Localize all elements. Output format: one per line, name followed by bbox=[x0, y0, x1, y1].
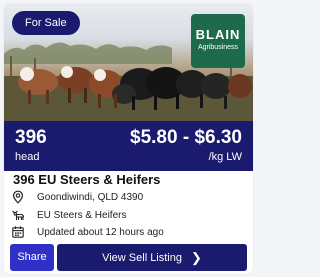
status-badge: For Sale bbox=[12, 11, 80, 35]
chevron-right-icon: ❯ bbox=[191, 249, 202, 265]
location-text: Goondiwindi, QLD 4390 bbox=[37, 191, 144, 203]
location-row: Goondiwindi, QLD 4390 bbox=[11, 190, 143, 204]
breed-row: EU Steers & Heifers bbox=[11, 208, 126, 222]
updated-row: Updated about 12 hours ago bbox=[11, 225, 164, 239]
price-unit: /kg LW bbox=[208, 151, 242, 163]
listing-card[interactable]: For Sale BLAIN Agribusiness 396 head $5.… bbox=[4, 4, 253, 274]
share-button[interactable]: Share bbox=[10, 244, 54, 271]
map-pin-icon bbox=[12, 190, 24, 204]
price-range: $5.80 - $6.30 bbox=[130, 127, 242, 148]
price-band: 396 head $5.80 - $6.30 /kg LW bbox=[4, 121, 253, 171]
head-count: 396 bbox=[15, 127, 47, 148]
updated-text: Updated about 12 hours ago bbox=[37, 226, 164, 238]
agent-logo: BLAIN Agribusiness bbox=[191, 14, 245, 68]
agent-logo-subtitle: Agribusiness bbox=[197, 44, 239, 51]
listing-photo[interactable]: For Sale BLAIN Agribusiness bbox=[4, 4, 253, 121]
head-unit: head bbox=[15, 151, 40, 163]
calendar-icon bbox=[12, 226, 24, 238]
view-sell-listing-button[interactable]: View Sell Listing ❯ bbox=[57, 244, 247, 271]
listing-title: 396 EU Steers & Heifers bbox=[13, 172, 161, 187]
agent-logo-name: BLAIN bbox=[195, 27, 241, 42]
view-sell-listing-label: View Sell Listing bbox=[102, 251, 182, 264]
breed-text: EU Steers & Heifers bbox=[37, 209, 127, 221]
cattle-icon bbox=[12, 210, 25, 220]
